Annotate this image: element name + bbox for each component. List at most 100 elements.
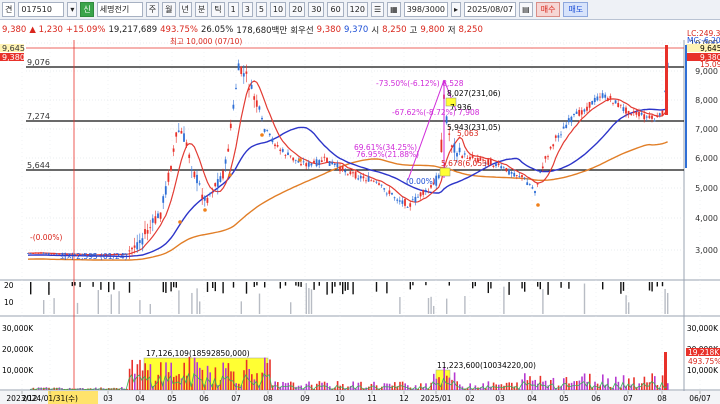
candle-body[interactable] — [141, 238, 144, 245]
candle-body[interactable] — [227, 148, 230, 152]
candle-body[interactable] — [245, 71, 248, 74]
signal-dot[interactable] — [178, 220, 182, 224]
candle-body[interactable] — [583, 109, 586, 112]
candle-body[interactable] — [653, 120, 656, 122]
candle-body[interactable] — [656, 116, 659, 117]
candle-body[interactable] — [440, 139, 443, 153]
candle-body[interactable] — [385, 193, 388, 195]
candle-body[interactable] — [281, 149, 284, 152]
candle-body[interactable] — [578, 109, 581, 116]
indicator-bars[interactable] — [30, 282, 669, 314]
candle-body[interactable] — [279, 149, 282, 151]
candle-body[interactable] — [458, 147, 461, 153]
candle-body[interactable] — [162, 196, 165, 203]
candle-body[interactable] — [172, 148, 175, 152]
candle-body[interactable] — [276, 145, 279, 147]
candle-body[interactable] — [196, 174, 198, 184]
candle-body[interactable] — [518, 176, 521, 177]
candle-body[interactable] — [391, 192, 393, 195]
candle-body[interactable] — [549, 146, 552, 149]
candle-body[interactable] — [53, 253, 55, 255]
candle-body[interactable] — [344, 170, 347, 173]
candle-body[interactable] — [237, 63, 240, 71]
candle-body[interactable] — [638, 111, 640, 117]
candle-body[interactable] — [320, 160, 323, 163]
candle-body[interactable] — [326, 157, 328, 163]
candle-body[interactable] — [300, 164, 302, 166]
candle-body[interactable] — [180, 130, 183, 134]
candle-body[interactable] — [349, 171, 352, 175]
candle-body[interactable] — [541, 166, 544, 169]
candle-body[interactable] — [463, 153, 466, 155]
candle-body[interactable] — [133, 245, 136, 248]
candle-body[interactable] — [339, 166, 341, 172]
candle-body[interactable] — [492, 165, 495, 167]
candle-body[interactable] — [645, 116, 648, 118]
candle-body[interactable] — [640, 112, 643, 115]
candle-body[interactable] — [357, 178, 360, 180]
candle-body[interactable] — [547, 156, 549, 158]
candle-body[interactable] — [401, 200, 404, 204]
candle-body[interactable] — [617, 102, 620, 108]
candle-body[interactable] — [188, 154, 191, 158]
candle-body[interactable] — [211, 192, 214, 194]
candle-body[interactable] — [565, 124, 568, 129]
candle-body[interactable] — [268, 133, 271, 136]
candle-body[interactable] — [362, 176, 365, 179]
candle-body[interactable] — [448, 133, 451, 135]
candle-body[interactable] — [365, 180, 367, 182]
candle-body[interactable] — [209, 193, 211, 195]
candle-body[interactable] — [593, 97, 596, 103]
candle-body[interactable] — [406, 207, 409, 208]
candle-body[interactable] — [651, 115, 653, 119]
candle-body[interactable] — [422, 190, 425, 195]
candle-body[interactable] — [521, 175, 523, 178]
candle-body[interactable] — [229, 123, 232, 129]
signal-dot[interactable] — [203, 208, 207, 212]
candle-body[interactable] — [604, 94, 607, 98]
candle-body[interactable] — [419, 192, 422, 197]
candle-body[interactable] — [45, 253, 48, 255]
candle-body[interactable] — [601, 93, 604, 98]
candle-body[interactable] — [323, 156, 326, 158]
candle-body[interactable] — [222, 170, 224, 179]
candle-body[interactable] — [354, 171, 357, 179]
candle-body[interactable] — [417, 196, 419, 198]
candle-body[interactable] — [515, 175, 518, 176]
candle-body[interactable] — [427, 191, 430, 193]
candle-body[interactable] — [261, 117, 263, 120]
candle-body[interactable] — [526, 182, 529, 186]
candle-body[interactable] — [201, 194, 204, 199]
candle-body[interactable] — [214, 183, 217, 187]
candle-body[interactable] — [367, 176, 370, 182]
candle-body[interactable] — [294, 159, 297, 161]
candle-body[interactable] — [333, 163, 336, 166]
candle-body[interactable] — [648, 115, 651, 119]
candle-body[interactable] — [508, 169, 510, 175]
candle-body[interactable] — [383, 188, 386, 190]
candle-body[interactable] — [643, 114, 646, 120]
candle-body[interactable] — [284, 154, 287, 156]
candle-body[interactable] — [289, 155, 292, 157]
volume-bars[interactable] — [30, 352, 669, 390]
last-candle[interactable] — [665, 45, 668, 115]
candle-body[interactable] — [170, 165, 172, 171]
candle-body[interactable] — [586, 106, 588, 111]
candle-body[interactable] — [341, 165, 344, 171]
candle-body[interactable] — [453, 143, 456, 153]
candle-body[interactable] — [588, 102, 591, 108]
candle-body[interactable] — [146, 230, 149, 234]
candle-body[interactable] — [531, 187, 534, 189]
candle-body[interactable] — [27, 253, 29, 254]
candle-body[interactable] — [388, 190, 391, 194]
candle-body[interactable] — [557, 135, 560, 138]
candle-body[interactable] — [42, 252, 45, 254]
candle-body[interactable] — [193, 171, 196, 178]
candle-body[interactable] — [248, 88, 250, 90]
candle-body[interactable] — [375, 181, 378, 183]
candle-body[interactable] — [164, 186, 167, 195]
candle-body[interactable] — [219, 176, 222, 182]
candle-body[interactable] — [632, 111, 635, 114]
candle-body[interactable] — [271, 138, 274, 143]
candle-body[interactable] — [437, 175, 440, 179]
